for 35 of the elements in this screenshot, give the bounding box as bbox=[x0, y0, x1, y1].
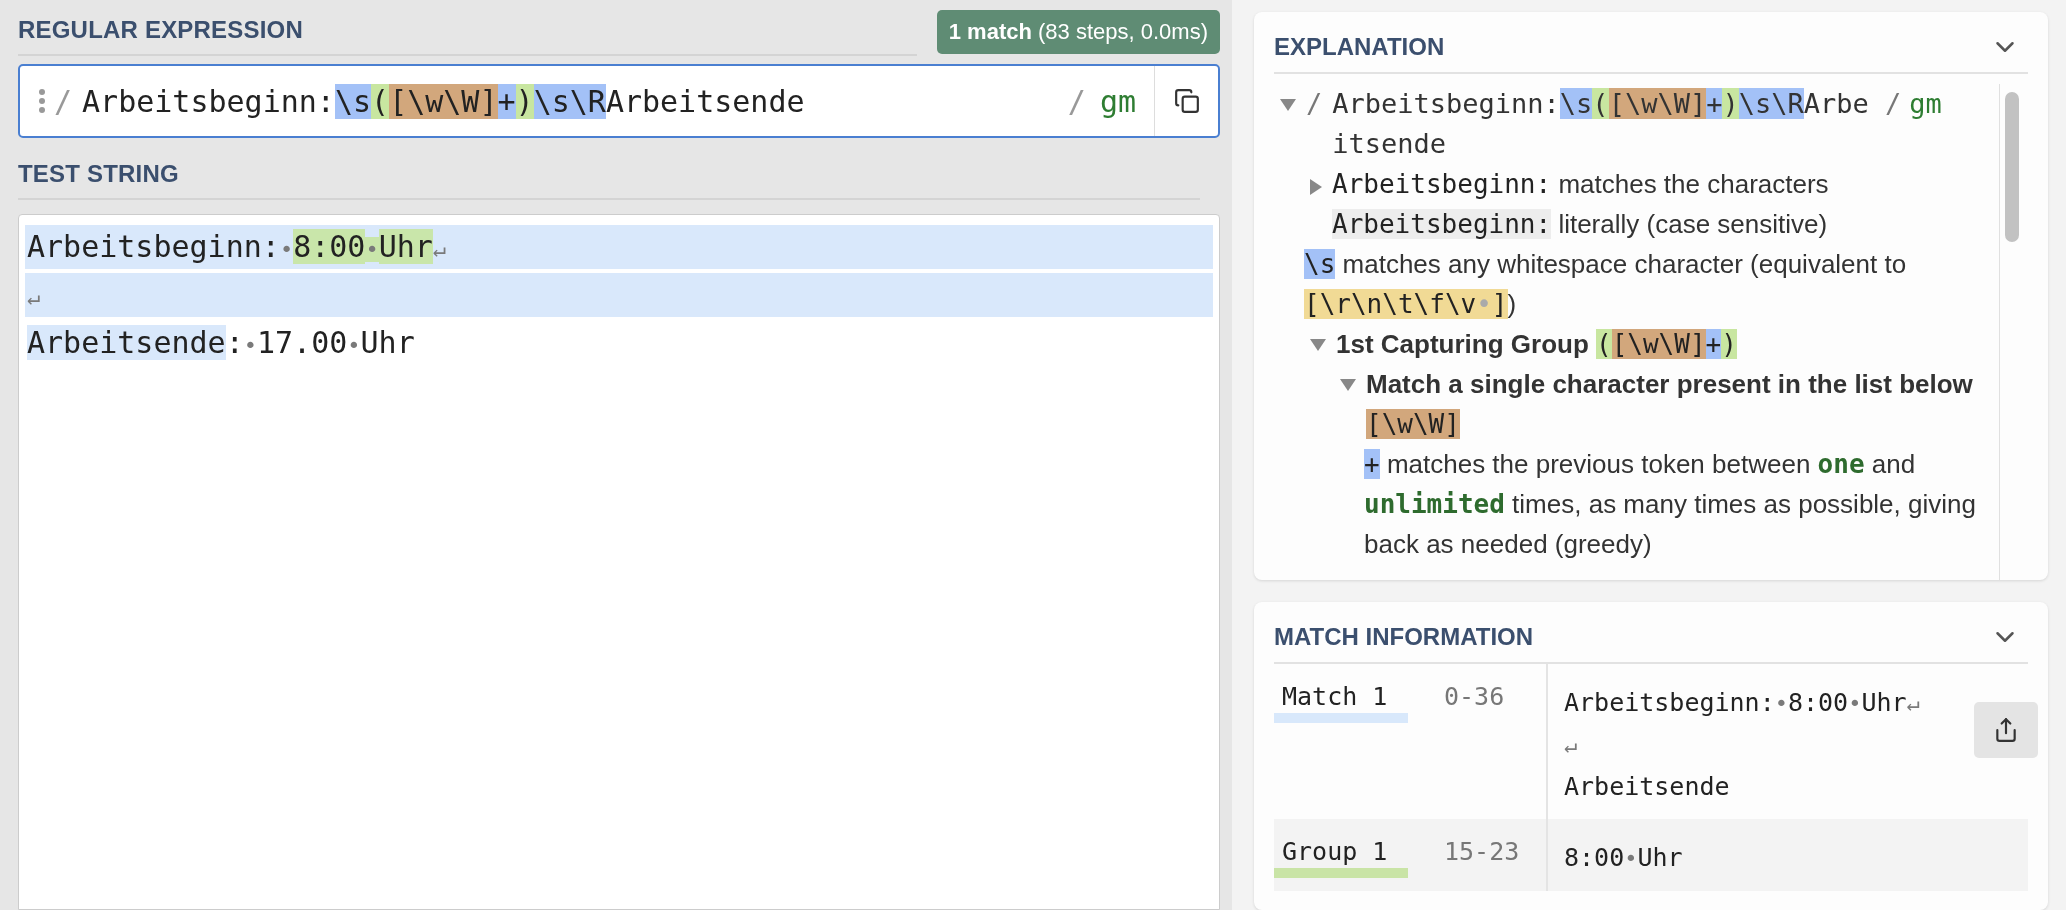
drag-handle-icon[interactable] bbox=[38, 88, 46, 114]
triangle-right-icon[interactable] bbox=[1310, 179, 1322, 195]
regex-delimiter: / bbox=[1884, 87, 1902, 121]
match-count-badge: 1 match (83 steps, 0.0ms) bbox=[936, 10, 1220, 54]
match-range: 15-23 bbox=[1444, 836, 1521, 868]
regex-text: Arbeitsbeginn:\s([\w\W]+)\s\RArbeitsende bbox=[82, 83, 806, 119]
regex-flags[interactable]: gm bbox=[1099, 83, 1136, 119]
explanation-text: \s matches any whitespace character (equivalent to [\r\n\t\f\v•]) bbox=[1304, 248, 1908, 321]
section-title: TEST STRING bbox=[18, 152, 1200, 200]
test-string-line: Arbeitsende:•17.00•Uhr bbox=[26, 324, 415, 362]
card-title: EXPLANATION bbox=[1274, 33, 1445, 61]
copy-icon bbox=[1173, 88, 1200, 114]
explanation-text: Arbeitsbeginn: matches the characters Arbeitsbeginn: literally (case sensitive) bbox=[1332, 168, 1830, 241]
section-title: REGULAR EXPRESSION bbox=[18, 8, 917, 56]
regex-flags: gm bbox=[1909, 87, 1942, 121]
match-label: Match 1 bbox=[1281, 682, 1389, 711]
triangle-down-icon[interactable] bbox=[1280, 99, 1296, 111]
regex-field[interactable]: / Arbeitsbeginn:\s([\w\W]+)\s\RArbeitsende / gm bbox=[18, 64, 1220, 138]
share-icon bbox=[1993, 717, 2019, 743]
triangle-down-icon[interactable] bbox=[1310, 339, 1326, 351]
match-range: 0-36 bbox=[1444, 681, 1506, 713]
card-title: MATCH INFORMATION bbox=[1274, 623, 1534, 651]
match-label: Group 1 bbox=[1281, 837, 1389, 866]
regex-text: Arbeitsbeginn:\s([\w\W]+)\s\RArbeitsende bbox=[1332, 87, 1870, 161]
explanation-text: + matches the previous token between one and unlimited times, as many times as possible, giving back as needed (greedy) bbox=[1364, 448, 1977, 561]
explanation-text: Match a single character present in the list below [\w\W] bbox=[1366, 368, 1974, 441]
match-value: 8:00•Uhr bbox=[1564, 842, 1683, 874]
triangle-down-icon[interactable] bbox=[1340, 379, 1356, 391]
regex-delimiter: / bbox=[1067, 83, 1086, 119]
share-button[interactable] bbox=[1974, 702, 2038, 758]
explanation-text: 1st Capturing Group ([\w\W]+) bbox=[1336, 328, 1738, 361]
regex-delimiter: / bbox=[1306, 87, 1323, 121]
regex-delimiter: / bbox=[54, 83, 73, 119]
match-value: Arbeitsbeginn:•8:00•Uhr↵ ↵ Arbeitsende bbox=[1564, 687, 1920, 803]
test-string-editor[interactable]: Arbeitsbeginn:•8:00•Uhr↵ ↵ Arbeitsende:•17.00•Uhr bbox=[18, 214, 1220, 910]
